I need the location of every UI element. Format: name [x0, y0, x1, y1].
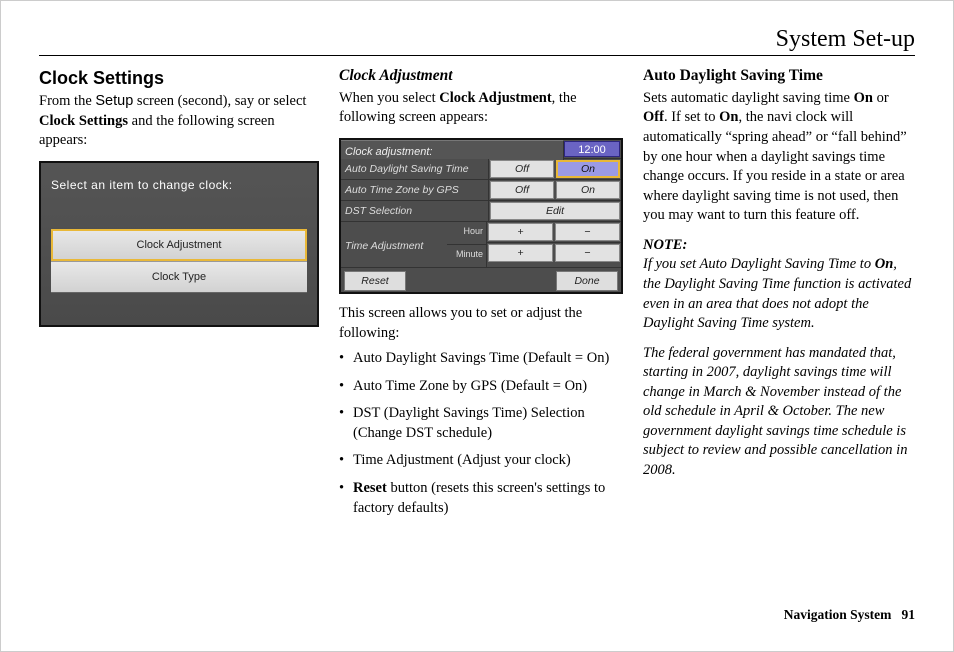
heading-clock-adjustment: Clock Adjustment — [339, 66, 623, 87]
bullet-4: Time Adjustment (Adjust your clock) — [339, 451, 623, 479]
reset-button[interactable]: Reset — [344, 271, 406, 291]
note1-a: If you set Auto Daylight Saving Time to — [643, 256, 875, 272]
manual-page: System Set-up Clock Settings From the Se… — [0, 0, 954, 652]
note-paragraph-2: The federal government has mandated that… — [643, 344, 915, 481]
note1-on: On — [875, 256, 894, 272]
bullet-list: Auto Daylight Savings Time (Default = On… — [339, 349, 623, 526]
page-title-row: System Set-up — [39, 26, 915, 55]
screen-title: Select an item to change clock: — [41, 163, 317, 199]
bullet-2: Auto Time Zone by GPS (Default = On) — [339, 377, 623, 405]
page-title: System Set-up — [776, 26, 915, 53]
hour-minus-button[interactable]: − — [555, 223, 620, 241]
auto-tz-on-button[interactable]: On — [556, 181, 620, 199]
p1-off: Off — [643, 109, 664, 125]
screen-item-clock-adjustment[interactable]: Clock Adjustment — [51, 229, 307, 261]
footer-page-number: 91 — [902, 607, 916, 622]
auto-dst-off-button[interactable]: Off — [490, 160, 554, 178]
bullet-1: Auto Daylight Savings Time (Default = On… — [339, 349, 623, 377]
minute-plus-button[interactable]: + — [488, 244, 553, 262]
auto-dst-on-button[interactable]: On — [556, 160, 620, 178]
p1-b: or — [873, 90, 889, 106]
after-screen-text: This screen allows you to set or adjust … — [339, 304, 623, 343]
bottom-row-spacer — [407, 270, 555, 292]
clock-adjustment-screen: Clock adjustment: 12:00 Auto Daylight Sa… — [339, 138, 623, 294]
intro-bold-clock-settings: Clock Settings — [39, 113, 128, 129]
page-footer: Navigation System 91 — [784, 607, 915, 623]
screen-item-clock-type[interactable]: Clock Type — [51, 261, 307, 293]
p1-on2: On — [719, 109, 738, 125]
ca-screen-clock: 12:00 — [564, 141, 620, 157]
content-columns: Clock Settings From the Setup screen (se… — [39, 64, 915, 532]
header-rule — [39, 55, 915, 56]
heading-auto-dst: Auto Daylight Saving Time — [643, 66, 915, 87]
footer-label: Navigation System — [784, 607, 892, 622]
p1-d: , the navi clock will automatically “spr… — [643, 109, 907, 223]
bullet-5: Reset button (resets this screen's setti… — [339, 479, 623, 526]
note-paragraph-1: If you set Auto Daylight Saving Time to … — [643, 255, 915, 333]
ca-screen-title: Clock adjustment: — [341, 140, 564, 161]
clock-adjustment-paragraph: When you select Clock Adjustment, the fo… — [339, 89, 623, 128]
p1-a: Sets automatic daylight saving time — [643, 90, 854, 106]
ca-row-time-adjustment: Time Adjustment — [341, 222, 447, 267]
p1-on: On — [854, 90, 873, 106]
hour-label: Hour — [447, 222, 487, 244]
intro-paragraph: From the Setup screen (second), say or s… — [39, 92, 319, 151]
ca-text-1: When you select — [339, 90, 439, 106]
screen-spacer — [41, 199, 317, 229]
bullet-3: DST (Daylight Savings Time) Selection (C… — [339, 404, 623, 451]
bullet-5-rest: button (resets this screen's settings to… — [353, 480, 605, 516]
auto-dst-paragraph: Sets automatic daylight saving time On o… — [643, 89, 915, 226]
ca-row-dst-selection: DST Selection — [341, 201, 489, 221]
hour-plus-button[interactable]: + — [488, 223, 553, 241]
column-2: Clock Adjustment When you select Clock A… — [339, 64, 623, 532]
note-label: NOTE: — [643, 236, 915, 256]
intro-setup-word: Setup — [95, 93, 133, 109]
minute-label: Minute — [447, 244, 487, 267]
done-button[interactable]: Done — [556, 271, 618, 291]
bullet-5-bold: Reset — [353, 480, 387, 496]
ca-row-auto-tz: Auto Time Zone by GPS — [341, 180, 489, 200]
dst-edit-button[interactable]: Edit — [490, 202, 620, 220]
heading-clock-settings: Clock Settings — [39, 66, 319, 90]
clock-settings-screen: Select an item to change clock: Clock Ad… — [39, 161, 319, 327]
intro-text-1: From the — [39, 93, 95, 109]
column-3: Auto Daylight Saving Time Sets automatic… — [643, 64, 915, 532]
auto-tz-off-button[interactable]: Off — [490, 181, 554, 199]
minute-minus-button[interactable]: − — [555, 244, 620, 262]
ca-row-auto-dst: Auto Daylight Saving Time — [341, 159, 489, 179]
screen-bottom-spacer — [41, 293, 317, 325]
ca-bold: Clock Adjustment — [439, 90, 551, 106]
column-1: Clock Settings From the Setup screen (se… — [39, 64, 319, 532]
p1-c: . If set to — [664, 109, 719, 125]
intro-text-2: screen (second), say or select — [133, 93, 306, 109]
